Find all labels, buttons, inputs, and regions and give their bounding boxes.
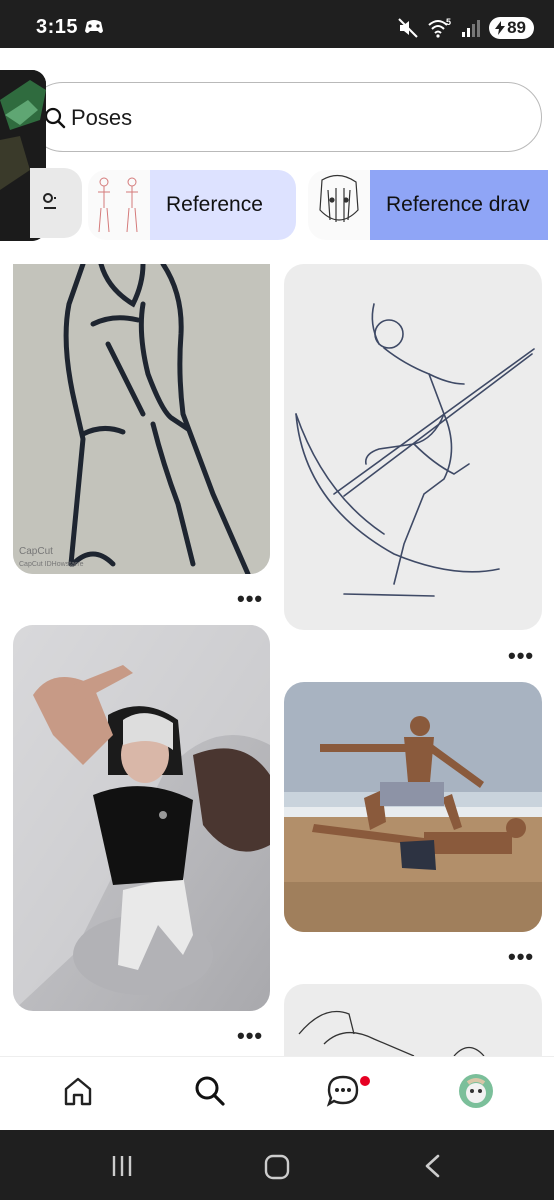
chip-reference[interactable]: Reference <box>88 170 296 240</box>
chat-bubble-icon <box>326 1075 359 1107</box>
nav-home[interactable] <box>58 1071 98 1111</box>
home-icon <box>64 1077 92 1106</box>
watermark-subtext: CapCut IDHowstarre <box>19 561 84 568</box>
more-options-button[interactable]: ••• <box>508 645 534 667</box>
recent-apps-icon[interactable] <box>110 1154 134 1178</box>
nav-profile[interactable] <box>456 1071 496 1111</box>
notification-badge <box>360 1076 370 1086</box>
scythe-figure-sketch-icon <box>284 264 542 630</box>
pin-image[interactable] <box>284 682 542 932</box>
mute-icon <box>398 18 418 38</box>
pose-photo-beach-icon <box>284 682 542 932</box>
chip-thumbnail <box>308 170 370 240</box>
legs-sketch-icon: CapCut CapCut IDHowstarre <box>13 264 270 574</box>
more-options-button[interactable]: ••• <box>237 588 263 610</box>
wifi-icon: 5 <box>428 17 451 38</box>
charging-bolt-icon <box>495 21 506 35</box>
battery-indicator: 89 <box>489 17 534 39</box>
signal-icon <box>462 20 481 37</box>
game-controller-icon <box>85 20 103 33</box>
battery-level: 89 <box>507 18 526 37</box>
status-icons: 5 89 <box>397 16 534 40</box>
chip-thumbnail <box>88 170 150 240</box>
back-icon[interactable] <box>422 1154 444 1178</box>
filter-sliders-icon <box>43 193 56 209</box>
pin-image[interactable] <box>284 264 542 630</box>
screen: 3:15 5 89 Poses Reference Reference drav… <box>0 0 554 1200</box>
bottom-navigation <box>0 1056 554 1130</box>
avatar <box>459 1074 493 1108</box>
search-icon <box>195 1076 225 1106</box>
home-button-icon[interactable] <box>264 1154 290 1180</box>
more-options-button[interactable]: ••• <box>508 946 534 968</box>
nav-search[interactable] <box>190 1071 230 1111</box>
chip-label: Reference <box>150 170 296 240</box>
pose-photo-girl-icon <box>13 625 270 1011</box>
search-input[interactable]: Poses <box>28 82 542 152</box>
figure-sketch-icon <box>98 177 138 233</box>
search-icon <box>44 107 66 129</box>
pin-image[interactable] <box>13 625 270 1011</box>
search-query: Poses <box>71 105 133 130</box>
face-sketch-icon <box>319 174 359 222</box>
more-options-button[interactable]: ••• <box>237 1025 263 1047</box>
watermark-text: CapCut <box>19 546 53 557</box>
nav-messages[interactable] <box>323 1071 363 1111</box>
partial-sketch-icon <box>284 984 542 1056</box>
system-navigation-bar <box>0 1130 554 1200</box>
chip-reference-drawing[interactable]: Reference drav <box>308 170 548 240</box>
svg-text:5: 5 <box>446 17 451 27</box>
chip-label: Reference drav <box>370 170 548 240</box>
pin-image[interactable] <box>284 984 542 1056</box>
filter-chip[interactable] <box>30 168 82 238</box>
status-bar: 3:15 5 89 <box>0 0 554 48</box>
pin-image[interactable]: CapCut CapCut IDHowstarre <box>13 264 270 574</box>
status-time: 3:15 <box>36 16 79 38</box>
